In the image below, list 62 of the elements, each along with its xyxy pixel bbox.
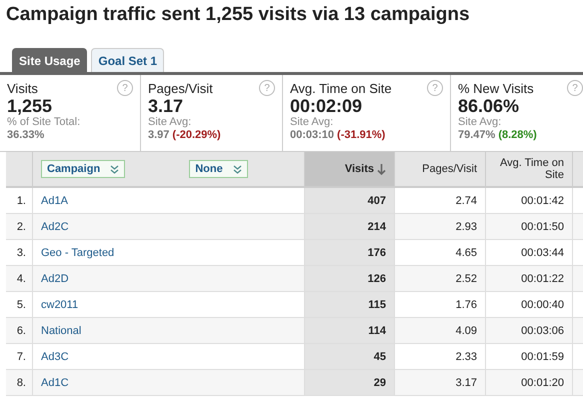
avg-time-cell: 00:01:50 [486, 214, 573, 239]
column-header[interactable]: Visits [305, 152, 395, 186]
metric-value: 3.17 [148, 96, 184, 116]
pages-visit-cell: 1.76 [395, 292, 486, 317]
metric-change: (-20.29%) [172, 129, 221, 142]
metric-change: (8.28%) [498, 129, 537, 142]
pages-visit-cell: 2.52 [395, 266, 486, 291]
visits-cell: 214 [305, 214, 395, 239]
rank-cell: 4. [6, 266, 33, 291]
metric-value: 86.06% [458, 96, 520, 116]
rank-cell: 3. [6, 240, 33, 265]
rank-cell: 6. [6, 318, 33, 343]
visits-cell: 114 [305, 318, 395, 343]
metric-label: Avg. Time on Site [290, 80, 392, 96]
pages-visit-cell: 4.09 [395, 318, 486, 343]
page-title: Campaign traffic sent 1,255 visits via 13 campaigns [5, 3, 471, 27]
dimension-dropdown[interactable]: Campaign [41, 160, 126, 178]
visits-cell: 29 [305, 370, 395, 395]
avg-time-cell: 00:01:59 [486, 344, 573, 369]
visits-cell: 176 [305, 240, 395, 265]
chevron-down-icon [232, 164, 242, 174]
rank-cell: 7. [6, 344, 33, 369]
metric-subvalue: 79.47% [458, 129, 496, 142]
metric-label: % New Visits [458, 80, 534, 96]
column-header[interactable]: Pages/Visit [395, 152, 486, 186]
pages-visit-cell: 2.74 [395, 188, 486, 213]
chevron-down-icon [110, 164, 120, 174]
rank-cell: 5. [6, 292, 33, 317]
visits-cell: 115 [305, 292, 395, 317]
pages-visit-cell: 3.17 [395, 370, 486, 395]
pages-visit-cell: 2.33 [395, 344, 486, 369]
avg-time-cell: 00:01:20 [486, 370, 573, 395]
visits-cell: 407 [305, 188, 395, 213]
metric-subvalue: 3.97 [148, 129, 170, 142]
rank-cell: 8. [6, 370, 33, 395]
sort-down-icon [377, 164, 386, 174]
rank-cell: 1. [6, 188, 33, 213]
visits-cell: 126 [305, 266, 395, 291]
metric-label: Visits [7, 80, 38, 96]
metric-sublabel: Site Avg: [148, 116, 192, 129]
metric-subvalue: 36.33% [7, 129, 44, 142]
tab[interactable]: Goal Set 1 [91, 48, 164, 72]
metric-sublabel: Site Avg: [458, 116, 502, 129]
metric-change: (-31.91%) [337, 129, 386, 142]
avg-time-cell: 00:01:42 [486, 188, 573, 213]
rank-cell: 2. [6, 214, 33, 239]
avg-time-cell: 00:03:06 [486, 318, 573, 343]
metric-label: Pages/Visit [148, 80, 213, 96]
metric-sublabel: Site Avg: [290, 116, 334, 129]
dimension-dropdown[interactable]: None [189, 160, 248, 178]
avg-time-cell: 00:00:40 [486, 292, 573, 317]
column-header[interactable]: Avg. Time on Site [486, 152, 573, 186]
metric-sublabel: % of Site Total: [7, 116, 82, 129]
avg-time-cell: 00:01:22 [486, 266, 573, 291]
metric-value: 00:02:09 [290, 96, 364, 116]
pages-visit-cell: 2.93 [395, 214, 486, 239]
metric-value: 1,255 [7, 96, 54, 116]
avg-time-cell: 00:03:44 [486, 240, 573, 265]
pages-visit-cell: 4.65 [395, 240, 486, 265]
visits-cell: 45 [305, 344, 395, 369]
metric-subvalue: 00:03:10 [290, 129, 334, 142]
tab[interactable]: Site Usage [12, 48, 88, 72]
